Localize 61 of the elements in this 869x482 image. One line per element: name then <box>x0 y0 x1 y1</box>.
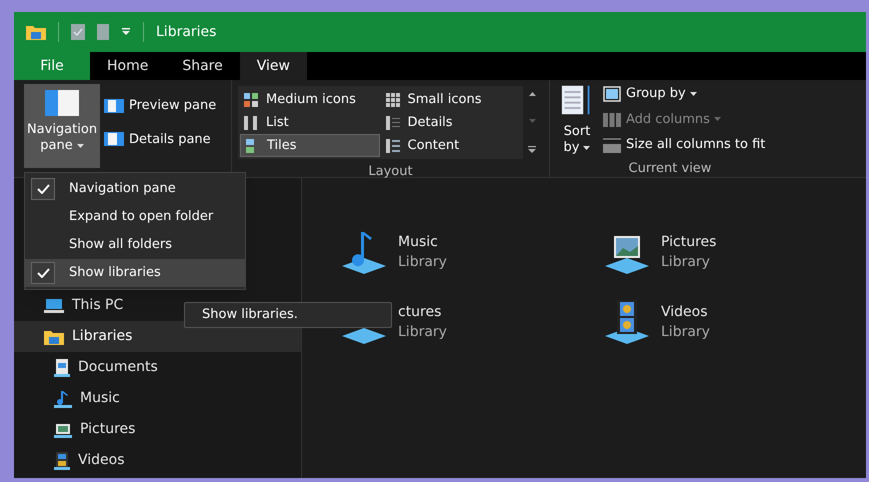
dropdown-icon[interactable] <box>121 27 131 37</box>
navigation-pane-button[interactable]: Navigation pane <box>24 84 100 168</box>
tooltip: Show libraries. <box>184 302 392 328</box>
view-option[interactable]: Size all columns to fit <box>602 135 766 154</box>
nav-item[interactable]: Videos <box>14 445 301 476</box>
music-note-icon <box>54 390 72 408</box>
library-name[interactable]: Music <box>398 232 447 252</box>
ribbon-tab[interactable]: View <box>240 52 307 80</box>
nav-item[interactable]: Pictures <box>14 414 301 445</box>
scroll-up-icon[interactable] <box>528 92 536 96</box>
caret-icon <box>583 146 590 150</box>
checklist-icon[interactable] <box>71 24 85 40</box>
details-icon <box>384 114 400 130</box>
window-title: Libraries <box>156 22 216 42</box>
library-subtitle: Library <box>398 323 447 342</box>
folder-icon[interactable] <box>26 24 46 40</box>
layout-option[interactable]: Tiles <box>240 134 380 157</box>
computer-icon <box>44 298 64 314</box>
layout-option[interactable]: Medium icons <box>240 88 380 111</box>
library-name[interactable]: Videos <box>661 302 710 322</box>
pane-button[interactable]: Preview pane <box>104 96 216 116</box>
library-subtitle: Library <box>661 253 711 272</box>
library-name[interactable]: Pictures <box>661 232 716 252</box>
expand-gallery-icon[interactable] <box>528 146 536 153</box>
picture-icon <box>54 422 72 438</box>
folder-icon <box>44 328 64 344</box>
menu-item[interactable]: Navigation pane <box>25 175 245 203</box>
menu-item[interactable]: Show libraries <box>25 259 245 287</box>
video-library-icon <box>603 298 651 346</box>
sort-by-button[interactable]: Sort by <box>560 84 594 156</box>
columns-icon <box>602 110 622 128</box>
details-pane-icon <box>104 132 124 146</box>
group-label: Current view <box>628 160 712 178</box>
layout-option[interactable]: Details <box>382 111 521 134</box>
small-icons-icon <box>384 92 400 108</box>
nav-item[interactable]: Documents <box>14 352 301 383</box>
caret-icon <box>76 144 84 148</box>
menu-item[interactable]: Expand to open folder <box>25 203 245 231</box>
nav-item[interactable]: Music <box>14 383 301 414</box>
library-subtitle: Library <box>398 253 447 272</box>
fit-columns-icon <box>602 136 622 154</box>
film-icon <box>54 452 70 470</box>
document-icon <box>54 358 70 376</box>
pane-button[interactable]: Details pane <box>104 130 216 149</box>
content-icon <box>384 138 400 154</box>
layout-option[interactable]: List <box>240 111 380 134</box>
menu-item[interactable]: Show all folders <box>25 231 245 259</box>
layout-option[interactable]: Content <box>382 134 521 157</box>
scroll-down-icon[interactable] <box>528 119 536 123</box>
group-label: Layout <box>368 163 413 181</box>
ribbon-tab[interactable]: File <box>14 52 90 80</box>
navigation-pane-icon <box>45 90 79 116</box>
library-subtitle: Library <box>661 323 710 342</box>
library-name[interactable]: ctures <box>398 302 447 322</box>
nav-item[interactable]: Libraries <box>14 321 301 352</box>
medium-icons-icon <box>243 92 259 108</box>
layout-option[interactable]: Small icons <box>382 88 521 111</box>
preview-pane-icon <box>104 98 124 113</box>
list-icon <box>243 114 259 130</box>
view-option[interactable]: Group by <box>602 84 766 104</box>
group-icon <box>602 84 622 103</box>
